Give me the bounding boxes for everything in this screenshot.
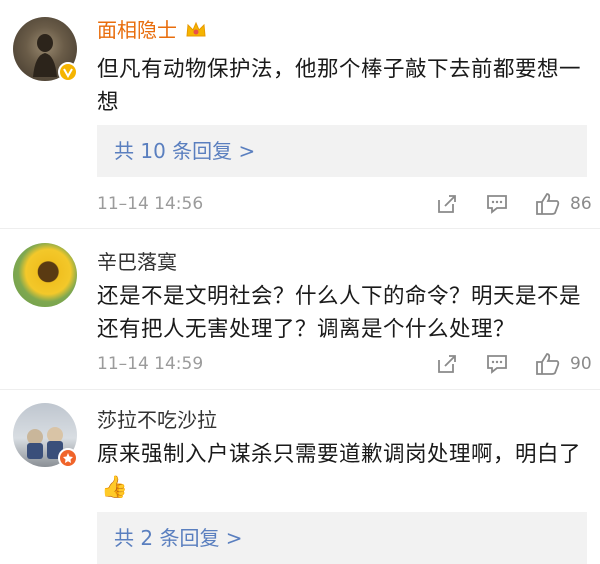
like-count: 90 <box>570 354 592 374</box>
replies-box[interactable]: 共 10 条回复 > <box>97 125 587 177</box>
comment-text: 原来强制入户谋杀只需要道歉调岗处理啊，明白了 👍 <box>97 438 589 504</box>
comment-meta: 11–14 14:56 86 <box>97 192 597 216</box>
username[interactable]: 辛巴落寞 <box>97 250 177 274</box>
share-icon[interactable] <box>435 192 459 220</box>
divider <box>0 228 600 229</box>
avatar[interactable] <box>13 243 77 307</box>
comment-text-content: 原来强制入户谋杀只需要道歉调岗处理啊，明白了 <box>97 442 582 467</box>
crown-badge-icon <box>185 20 207 44</box>
replies-link[interactable]: 共 10 条回复 > <box>114 138 255 164</box>
replies-link[interactable]: 共 2 条回复 > <box>114 525 243 551</box>
like-icon[interactable] <box>535 352 561 380</box>
comment-meta: 11–14 14:59 90 <box>97 352 597 376</box>
like-icon[interactable] <box>535 192 561 220</box>
timestamp: 11–14 14:56 <box>97 194 204 214</box>
share-icon[interactable] <box>435 352 459 380</box>
timestamp: 11–14 14:59 <box>97 354 204 374</box>
comment-text: 还是不是文明社会？什么人下的命令？明天是不是还有把人无害处理了？调离是个什么处理… <box>97 284 582 342</box>
sunflower-avatar-image <box>38 262 58 282</box>
replies-box[interactable]: 共 2 条回复 > <box>97 512 587 564</box>
thumbs-up-emoji: 👍 <box>101 475 129 500</box>
verified-badge-icon <box>58 448 78 468</box>
comment-icon[interactable] <box>485 192 509 220</box>
username[interactable]: 面相隐士 <box>97 18 177 42</box>
username[interactable]: 莎拉不吃沙拉 <box>97 408 217 432</box>
verified-badge-icon <box>58 62 78 82</box>
divider <box>0 389 600 390</box>
like-count: 86 <box>570 194 592 214</box>
comment-text: 但凡有动物保护法，他那个棒子敲下去前都要想一想 <box>97 57 582 115</box>
comment-icon[interactable] <box>485 352 509 380</box>
